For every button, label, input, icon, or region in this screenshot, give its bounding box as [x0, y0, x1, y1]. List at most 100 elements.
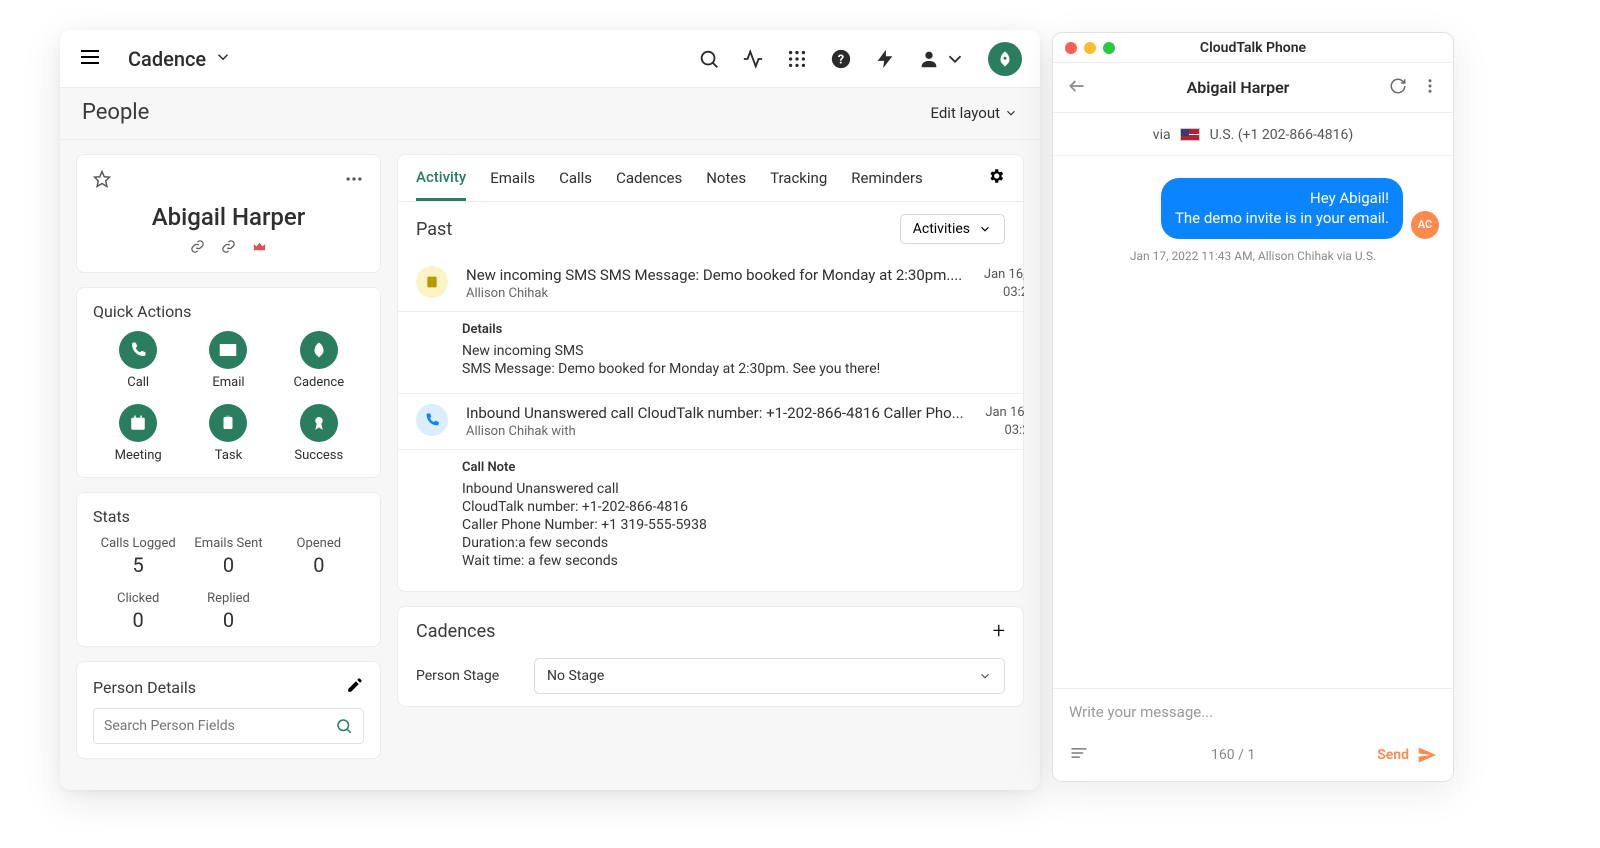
activity-author: Allison Chihak — [466, 286, 962, 301]
chat-area: Hey Abigail! The demo invite is in your … — [1053, 156, 1453, 688]
mail-icon — [209, 331, 247, 369]
stat-emails-sent: Emails Sent0 — [183, 536, 273, 577]
tab-notes[interactable]: Notes — [706, 169, 746, 199]
via-number-row[interactable]: via U.S. (+1 202-866-4816) — [1053, 113, 1453, 156]
person-fields-search[interactable] — [93, 708, 364, 744]
dialpad-icon[interactable] — [786, 48, 808, 70]
person-fields-input[interactable] — [104, 718, 335, 734]
bolt-icon[interactable] — [874, 48, 896, 70]
menu-icon[interactable] — [78, 45, 102, 73]
search-icon — [335, 717, 353, 735]
stat-opened: Opened0 — [274, 536, 364, 577]
quick-action-success[interactable]: Success — [274, 404, 364, 463]
salesloft-app-window: Cadence ? People Edit layout — [60, 30, 1040, 790]
contact-name: Abigail Harper — [1087, 78, 1389, 97]
link-icon[interactable] — [221, 239, 236, 258]
window-maximize-button[interactable] — [1103, 42, 1115, 54]
more-icon[interactable] — [344, 169, 364, 193]
person-stage-select[interactable]: No Stage — [534, 658, 1005, 694]
activities-filter-dropdown[interactable]: Activities — [900, 214, 1005, 244]
tab-reminders[interactable]: Reminders — [851, 169, 923, 199]
past-label: Past — [416, 219, 452, 240]
svg-text:?: ? — [838, 52, 844, 67]
topbar-actions: ? — [698, 42, 1022, 76]
stat-replied: Replied0 — [183, 591, 273, 632]
notes-icon[interactable] — [1069, 743, 1089, 767]
person-details-panel: Person Details — [76, 661, 381, 759]
quick-action-call[interactable]: Call — [93, 331, 183, 390]
activity-title: New incoming SMS SMS Message: Demo booke… — [466, 266, 962, 284]
calendar-icon — [119, 404, 157, 442]
link-icon[interactable] — [190, 239, 205, 258]
tab-tracking[interactable]: Tracking — [770, 169, 827, 199]
tab-cadences[interactable]: Cadences — [616, 169, 682, 199]
chevron-down-icon — [214, 47, 232, 71]
activity-details: Call Note Inbound Unanswered call CloudT… — [398, 449, 1023, 585]
quick-action-cadence[interactable]: Cadence — [274, 331, 364, 390]
tab-activity[interactable]: Activity — [416, 168, 466, 201]
past-header-row: Past Activities — [398, 202, 1023, 256]
character-counter: 160 / 1 — [1089, 747, 1377, 763]
activity-timestamp: Jan 16, 2022 03:22 PM — [974, 404, 1024, 439]
brand-label: Cadence — [128, 47, 206, 71]
stat-clicked: Clicked0 — [93, 591, 183, 632]
gear-icon[interactable] — [987, 167, 1005, 201]
stats-panel: Stats Calls Logged5 Emails Sent0 Opened0… — [76, 492, 381, 647]
search-icon[interactable] — [698, 48, 720, 70]
rocket-launch-button[interactable] — [988, 42, 1022, 76]
outgoing-message: Hey Abigail! The demo invite is in your … — [1067, 178, 1439, 239]
window-close-button[interactable] — [1065, 42, 1077, 54]
send-icon — [1417, 745, 1437, 765]
cloudtalk-phone-window: CloudTalk Phone Abigail Harper via U.S. … — [1052, 32, 1454, 782]
us-flag-icon — [1180, 128, 1200, 141]
message-input[interactable]: Write your message... — [1053, 689, 1453, 735]
phone-icon — [119, 331, 157, 369]
activity-row[interactable]: Inbound Unanswered call CloudTalk number… — [398, 393, 1023, 449]
activity-panel: Activity Emails Calls Cadences Notes Tra… — [397, 154, 1024, 592]
tab-calls[interactable]: Calls — [559, 169, 592, 199]
note-icon — [416, 266, 448, 298]
rocket-icon — [300, 331, 338, 369]
activity-timestamp: Jan 16, 2022 03:22 PM — [972, 266, 1024, 301]
stats-title: Stats — [93, 507, 364, 526]
add-cadence-button[interactable]: + — [993, 619, 1005, 644]
person-details-title: Person Details — [93, 678, 196, 697]
crown-icon[interactable] — [252, 239, 267, 258]
quick-action-meeting[interactable]: Meeting — [93, 404, 183, 463]
award-icon — [300, 404, 338, 442]
help-icon[interactable]: ? — [830, 48, 852, 70]
person-summary-panel: Abigail Harper — [76, 154, 381, 273]
star-icon[interactable] — [93, 170, 111, 192]
activity-title: Inbound Unanswered call CloudTalk number… — [466, 404, 964, 422]
activity-author: Allison Chihak with — [466, 424, 964, 439]
send-button[interactable]: Send — [1377, 745, 1437, 765]
edit-pencil-icon[interactable] — [346, 676, 364, 698]
sender-avatar: AC — [1411, 211, 1439, 239]
quick-action-task[interactable]: Task — [183, 404, 273, 463]
back-arrow-icon[interactable] — [1067, 76, 1087, 100]
edit-layout-button[interactable]: Edit layout — [930, 104, 1018, 122]
person-link-icons — [93, 239, 364, 258]
window-titlebar: CloudTalk Phone — [1053, 33, 1453, 63]
activity-pulse-icon[interactable] — [742, 48, 764, 70]
page-title: People — [82, 100, 149, 125]
chevron-down-icon — [978, 669, 992, 683]
contact-header: Abigail Harper — [1053, 63, 1453, 113]
clipboard-icon — [209, 404, 247, 442]
brand-dropdown[interactable]: Cadence — [128, 47, 232, 71]
window-minimize-button[interactable] — [1084, 42, 1096, 54]
page-header: People Edit layout — [60, 88, 1040, 140]
refresh-icon[interactable] — [1389, 77, 1407, 99]
cadences-title: Cadences — [416, 621, 495, 642]
stat-calls-logged: Calls Logged5 — [93, 536, 183, 577]
quick-actions-title: Quick Actions — [93, 302, 364, 321]
activity-row[interactable]: New incoming SMS SMS Message: Demo booke… — [398, 256, 1023, 311]
composer: Write your message... 160 / 1 Send — [1053, 688, 1453, 781]
activity-details: Details New incoming SMS SMS Message: De… — [398, 311, 1023, 393]
tab-emails[interactable]: Emails — [490, 169, 535, 199]
quick-action-email[interactable]: Email — [183, 331, 273, 390]
more-vertical-icon[interactable] — [1421, 77, 1439, 99]
phone-icon — [416, 404, 448, 436]
account-dropdown[interactable] — [918, 48, 966, 70]
person-name: Abigail Harper — [93, 203, 364, 231]
